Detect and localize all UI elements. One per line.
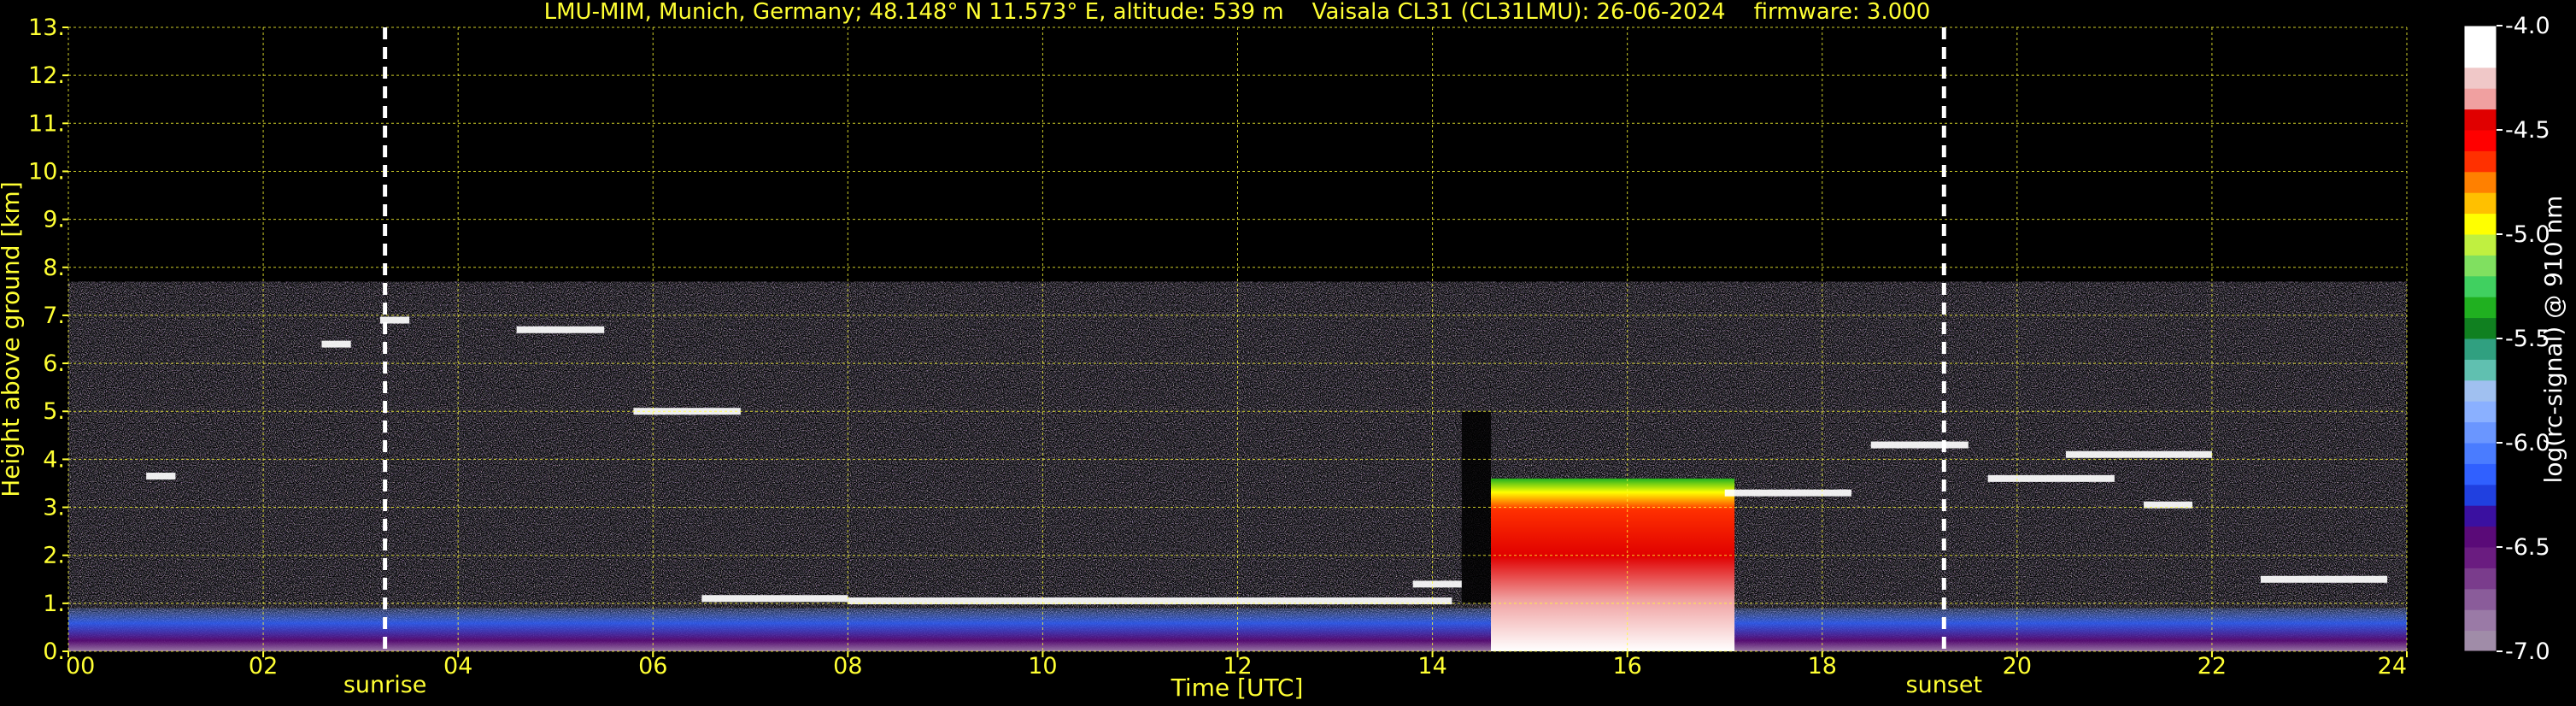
sunset-label: sunset [1906,672,1983,698]
colorbar-swatch [2464,317,2497,339]
x-tick-label: 08 [833,653,862,680]
colorbar-swatch [2464,88,2497,110]
y-tick-label: 0. [43,638,65,665]
cloud-segment [2260,575,2309,583]
ceilometer-chart: sunrise sunset 00 02 04 06 08 10 12 14 16 18 20 22 24… [0,0,2567,702]
cloud-segment [1987,474,2115,482]
chart-title: LMU-MIM, Munich, Germany; 48.148° N 11.5… [544,0,1931,25]
y-tick-label: 3. [43,495,65,521]
colorbar-swatch [2464,421,2497,444]
y-tick-label: 8. [43,255,65,281]
colorbar-swatch [2464,192,2497,215]
y-tick-label: 7. [43,303,65,329]
colorbar-swatch [2464,67,2497,89]
colorbar-swatch [2464,213,2497,235]
colorbar-swatch [2464,484,2497,506]
x-tick-label: 14 [1417,653,1446,680]
colorbar-swatch [2464,275,2497,297]
y-tick-label: 1. [43,591,65,617]
colorbar-swatch [2464,297,2497,319]
colorbar-swatch [2464,526,2497,548]
colorbar-swatch [2464,630,2497,652]
cloud-segment [1412,580,1462,588]
x-tick-label: 22 [2198,653,2227,680]
convective-cloud [1491,478,1735,651]
colorbar-tick-label: -6.5 [2505,534,2550,561]
cloud-segment [146,473,176,480]
colorbar-tick-label: -4.0 [2505,13,2550,39]
colorbar-swatch [2464,359,2497,381]
colorbar-tick-label: -7.0 [2505,638,2550,665]
y-tick-label: 6. [43,350,65,377]
colorbar-swatch [2464,547,2497,568]
cloud-segment [516,326,605,333]
y-tick-label: 10. [28,158,65,185]
x-tick-label: 04 [443,653,472,680]
cloud-segment [701,595,848,603]
cloud-segment [2065,450,2212,458]
colorbar-swatch [2464,234,2497,256]
colorbar-swatches [2463,25,2497,652]
y-tick-label: 5. [43,398,65,425]
y-tick-label: 12. [28,62,65,89]
x-tick-label: 20 [2003,653,2032,680]
y-axis-label: Height above ground [km] [0,181,25,497]
x-tick-label: 02 [249,653,278,680]
colorbar-tick-label: -4.5 [2505,117,2550,144]
cloud-segment [1724,489,1851,497]
x-tick-label: 10 [1028,653,1057,680]
colorbar-swatch [2464,443,2497,464]
colorbar-swatch [2464,46,2497,68]
colorbar-swatch [2464,379,2497,402]
y-axis-ticks: 0. 1. 2. 3. 4. 5. 6. 7. 8. 9. 10. 11. 12. 13. [28,15,68,665]
colorbar-swatch [2464,505,2497,527]
x-axis-label: Time [UTC] [1171,674,1304,702]
colorbar-swatch [2464,26,2497,47]
cloud-segment [1870,441,1969,449]
cloud-segment [321,340,351,348]
x-tick-label: 16 [1612,653,1641,680]
colorbar-swatch [2464,463,2497,485]
colorbar-swatch [2464,109,2497,131]
colorbar-swatch [2464,401,2497,423]
colorbar-swatch [2464,150,2497,173]
x-tick-label: 24 [2378,653,2407,680]
x-tick-label: 18 [1808,653,1837,680]
x-tick-label: 06 [638,653,667,680]
y-tick-label: 4. [43,446,65,473]
sunrise-label: sunrise [343,672,427,698]
cloud-segment [2309,575,2388,583]
colorbar-label: log(rc-signal) @ 910 nm [2539,196,2567,484]
colorbar-swatch [2464,338,2497,360]
plot-area: sunrise sunset [67,26,2408,698]
x-tick-label: 00 [66,653,95,680]
y-tick-label: 11. [28,110,65,137]
colorbar: -4.0-4.5-5.0-5.5-6.0-6.5-7.0 log(rc-sign… [2463,13,2567,665]
colorbar-swatch [2464,568,2497,590]
colorbar-swatch [2464,609,2497,632]
colorbar-swatch [2464,588,2497,610]
y-tick-label: 9. [43,207,65,233]
colorbar-swatch [2464,255,2497,277]
clear-gap [1461,411,1492,603]
colorbar-swatch [2464,130,2497,151]
y-tick-label: 13. [28,15,65,41]
y-tick-label: 2. [43,543,65,569]
colorbar-swatch [2464,171,2497,193]
